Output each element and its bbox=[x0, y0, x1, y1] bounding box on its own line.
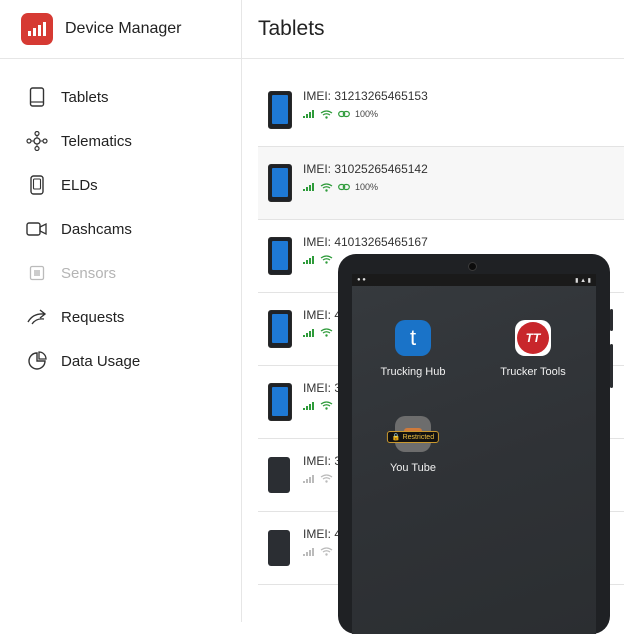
sidebar-item-label: Dashcams bbox=[61, 220, 132, 238]
device-manager-logo-icon bbox=[21, 13, 53, 45]
tablet-device-preview: ● ● ▮ ▲ ▮ t Trucking Hub TT Trucker Tools… bbox=[338, 254, 613, 634]
tablet-thumbnail-icon bbox=[268, 91, 292, 129]
tablet-screen: ● ● ▮ ▲ ▮ t Trucking Hub TT Trucker Tools… bbox=[352, 274, 596, 634]
wifi-icon bbox=[320, 474, 333, 483]
sidebar-nav: Tablets Telematics ELDs Dashcams Sensors bbox=[0, 59, 241, 383]
wifi-icon bbox=[320, 182, 333, 192]
signal-icon bbox=[303, 474, 314, 483]
main-header: Tablets bbox=[242, 0, 624, 59]
tablet-thumbnail-icon bbox=[268, 530, 290, 566]
sidebar-item-telematics[interactable]: Telematics bbox=[0, 119, 241, 163]
sidebar-item-label: Requests bbox=[61, 308, 125, 326]
app-label: Trucker Tools bbox=[500, 366, 566, 378]
telematics-icon bbox=[26, 130, 48, 152]
app-youtube[interactable]: 🔒 Restricted You Tube bbox=[363, 416, 463, 474]
sidebar-item-dashcams[interactable]: Dashcams bbox=[0, 207, 241, 251]
link-icon bbox=[338, 110, 350, 118]
wifi-icon bbox=[320, 255, 333, 264]
sidebar-item-data-usage[interactable]: Data Usage bbox=[0, 339, 241, 383]
wifi-icon bbox=[320, 109, 333, 119]
app-trucker-tools[interactable]: TT Trucker Tools bbox=[483, 320, 583, 378]
wifi-icon bbox=[320, 401, 333, 410]
tablet-thumbnail-icon bbox=[268, 164, 292, 202]
imei-label: IMEI: 3 bbox=[303, 381, 342, 395]
tablet-thumbnail-icon bbox=[268, 457, 290, 493]
volume-button bbox=[610, 309, 613, 331]
power-button bbox=[610, 344, 613, 388]
imei-label: IMEI: 4 bbox=[303, 308, 342, 322]
tablet-thumbnail-icon bbox=[268, 383, 292, 421]
imei-label: IMEI: 31025265465142 bbox=[303, 162, 428, 176]
eld-icon bbox=[26, 174, 48, 196]
brand-header: Device Manager bbox=[0, 0, 241, 59]
sidebar-item-label: Telematics bbox=[61, 132, 132, 150]
signal-icon bbox=[303, 110, 314, 118]
app-label: Trucking Hub bbox=[380, 366, 446, 378]
imei-label: IMEI: 3 bbox=[303, 454, 342, 468]
trucking-hub-icon: t bbox=[395, 320, 431, 356]
front-camera-icon bbox=[468, 262, 477, 271]
battery-label: 100% bbox=[355, 182, 379, 192]
imei-label: IMEI: 4 bbox=[303, 527, 342, 541]
restricted-badge: 🔒 Restricted bbox=[386, 431, 440, 443]
table-row[interactable]: IMEI: 31025265465142 100% bbox=[258, 147, 624, 220]
requests-icon bbox=[26, 306, 48, 328]
app-title: Device Manager bbox=[65, 20, 182, 37]
sidebar: Device Manager Tablets Telematics ELDs D… bbox=[0, 0, 242, 622]
wifi-icon bbox=[320, 547, 333, 556]
imei-label: IMEI: 41013265465167 bbox=[303, 235, 428, 249]
signal-icon bbox=[303, 401, 314, 410]
sidebar-item-label: Sensors bbox=[61, 264, 117, 282]
sidebar-item-sensors: Sensors bbox=[0, 251, 241, 295]
page-title: Tablets bbox=[258, 17, 325, 40]
signal-icon bbox=[303, 547, 314, 556]
device-status-bar: ● ● ▮ ▲ ▮ bbox=[352, 274, 596, 286]
app-trucking-hub[interactable]: t Trucking Hub bbox=[363, 320, 463, 378]
tablet-icon bbox=[26, 86, 48, 108]
sidebar-item-tablets[interactable]: Tablets bbox=[0, 75, 241, 119]
sidebar-item-elds[interactable]: ELDs bbox=[0, 163, 241, 207]
sidebar-item-label: Data Usage bbox=[61, 352, 141, 370]
table-row[interactable]: IMEI: 31213265465153 100% bbox=[258, 74, 624, 147]
data-usage-icon bbox=[26, 350, 48, 372]
imei-label: IMEI: 31213265465153 bbox=[303, 89, 428, 103]
tablet-thumbnail-icon bbox=[268, 237, 292, 275]
sensor-icon bbox=[26, 262, 48, 284]
signal-icon bbox=[303, 328, 314, 337]
battery-label: 100% bbox=[355, 109, 379, 119]
dashcam-icon bbox=[26, 218, 48, 240]
trucker-tools-icon: TT bbox=[515, 320, 551, 356]
sidebar-item-label: ELDs bbox=[61, 176, 98, 194]
signal-icon bbox=[303, 255, 314, 264]
sidebar-item-requests[interactable]: Requests bbox=[0, 295, 241, 339]
signal-icon bbox=[303, 183, 314, 191]
tablet-thumbnail-icon bbox=[268, 310, 292, 348]
app-label: You Tube bbox=[389, 462, 437, 474]
wifi-icon bbox=[320, 328, 333, 337]
link-icon bbox=[338, 183, 350, 191]
sidebar-item-label: Tablets bbox=[61, 88, 109, 106]
